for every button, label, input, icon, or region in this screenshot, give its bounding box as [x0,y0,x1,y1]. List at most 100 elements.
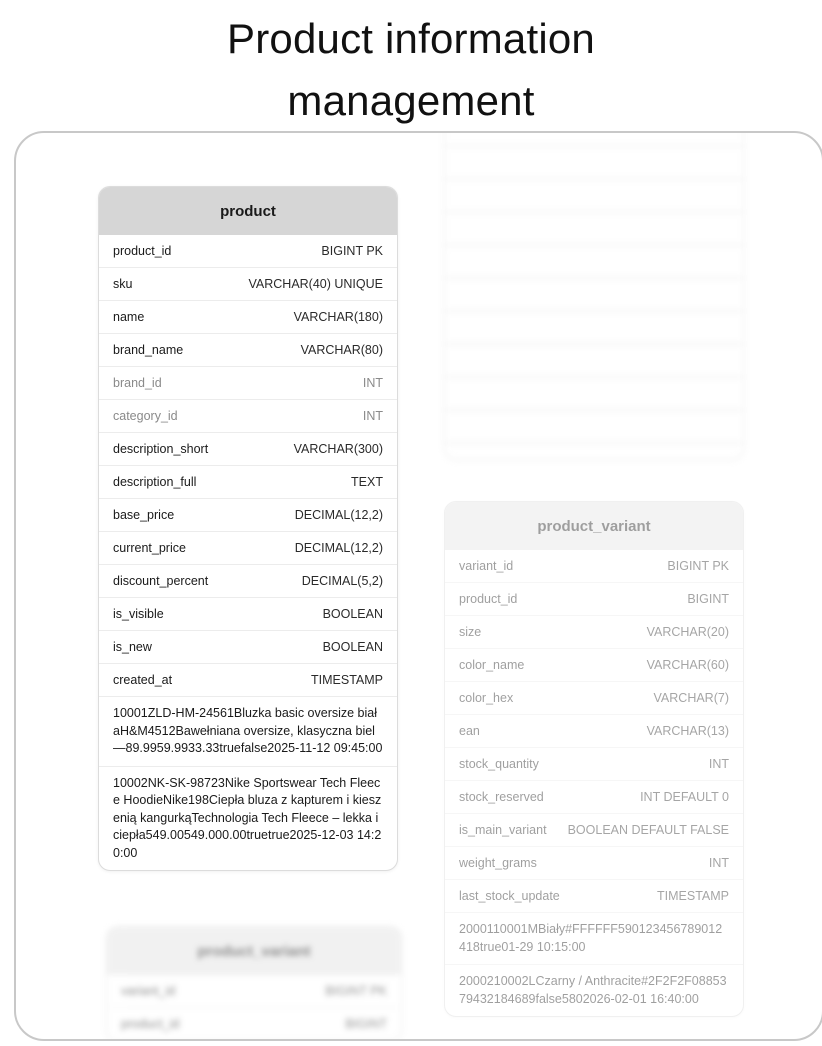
table-row: sku VARCHAR(40) UNIQUE [99,268,397,301]
sample-row: 10001ZLD-HM-24561Bluzka basic oversize b… [99,697,397,767]
column-name: product_id [459,592,518,606]
table-row: weight_grams INT [445,847,743,880]
column-type: BIGINT PK [325,984,387,998]
table-row: discount_percent DECIMAL(5,2) [99,565,397,598]
column-type: VARCHAR(7) [653,691,729,705]
table-row: created_at TIMESTAMP [99,664,397,697]
product-samples-list: 10001ZLD-HM-24561Bluzka basic oversize b… [99,697,397,870]
column-type: TIMESTAMP [657,889,729,903]
column-name: base_price [113,508,175,522]
table-row: is_main_variant BOOLEAN DEFAULT FALSE [445,814,743,847]
column-type: BIGINT [345,1017,387,1031]
table-row: base_price DECIMAL(12,2) [99,499,397,532]
page-title-line-1: Product information [227,15,595,62]
table-row: is_new BOOLEAN [99,631,397,664]
column-type: VARCHAR(80) [300,343,383,357]
column-name: brand_name [113,343,184,357]
column-type: BOOLEAN DEFAULT FALSE [567,823,729,837]
table-row: brand_id INT [99,367,397,400]
column-name: color_name [459,658,525,672]
column-name: last_stock_update [459,889,560,903]
table-row: variant_id BIGINT PK [445,550,743,583]
page-title: Product information management [0,8,822,132]
column-type: BOOLEAN [322,640,383,654]
column-name: name [113,310,145,324]
page-title-line-2: management [287,77,535,124]
table-row: product_id BIGINT [445,583,743,616]
column-type: VARCHAR(40) UNIQUE [248,277,383,291]
table-row: variant_id BIGINT PK [107,975,401,1008]
column-type: VARCHAR(300) [293,442,383,456]
table-row: description_short VARCHAR(300) [99,433,397,466]
column-name: product_id [113,244,172,258]
column-name: stock_quantity [459,757,539,771]
table-row: ean VARCHAR(13) [445,715,743,748]
blurred-table-card [444,133,744,460]
table-row: is_visible BOOLEAN [99,598,397,631]
column-name: variant_id [121,984,176,998]
column-type: DECIMAL(12,2) [294,541,383,555]
column-type: TEXT [351,475,383,489]
column-name: category_id [113,409,178,423]
column-name: is_visible [113,607,164,621]
product-table-header: product [99,187,397,235]
column-type: INT [708,757,729,771]
column-type: INT [708,856,729,870]
variant-columns-list: variant_id BIGINT PK product_id BIGINT size V… [445,550,743,913]
column-type: BOOLEAN [322,607,383,621]
table-row: color_name VARCHAR(60) [445,649,743,682]
table-row: name VARCHAR(180) [99,301,397,334]
column-type: BIGINT PK [667,559,729,573]
column-name: weight_grams [459,856,537,870]
column-name: variant_id [459,559,514,573]
column-type: DECIMAL(12,2) [294,508,383,522]
column-type: TIMESTAMP [311,673,383,687]
sample-row: 10002NK-SK-98723Nike Sportswear Tech Fle… [113,775,382,860]
column-name: sku [113,277,133,291]
column-name: color_hex [459,691,514,705]
variant-bottom-columns-list: variant_id BIGINT PK product_id BIGINT [107,975,401,1039]
column-type: INT [362,409,383,423]
product-variant-bottom-header: product_variant [107,927,401,975]
column-name: current_price [113,541,186,555]
column-name: size [459,625,482,639]
column-name: created_at [113,673,173,687]
column-name: brand_id [113,376,162,390]
product-variant-table-card[interactable]: product_variant variant_id BIGINT PK produ… [444,501,744,1017]
table-row: last_stock_update TIMESTAMP [445,880,743,913]
column-type: INT DEFAULT 0 [640,790,729,804]
table-row: current_price DECIMAL(12,2) [99,532,397,565]
column-type: VARCHAR(180) [293,310,383,324]
column-name: discount_percent [113,574,209,588]
column-name: is_main_variant [459,823,547,837]
diagram-canvas[interactable]: product product_id BIGINT PK sku VARCHAR(40… [14,131,822,1041]
column-type: VARCHAR(60) [646,658,729,672]
product-table-card[interactable]: product product_id BIGINT PK sku VARCHAR(40… [98,186,398,871]
table-row: stock_reserved INT DEFAULT 0 [445,781,743,814]
table-row: product_id BIGINT [107,1008,401,1039]
product-variant-table-header: product_variant [445,502,743,550]
table-row: category_id INT [99,400,397,433]
table-row: stock_quantity INT [445,748,743,781]
column-type: VARCHAR(20) [646,625,729,639]
column-name: description_full [113,475,197,489]
column-name: description_short [113,442,209,456]
column-type: BIGINT PK [321,244,383,258]
sample-row: 2000210002LCzarny / Anthracite#2F2F2F088… [459,974,727,1006]
table-row: size VARCHAR(20) [445,616,743,649]
column-type: DECIMAL(5,2) [301,574,383,588]
variant-samples-list: 2000110001MBiały#FFFFFF59012345678901241… [445,913,743,1016]
table-row: color_hex VARCHAR(7) [445,682,743,715]
product-variant-table-card-bottom: product_variant variant_id BIGINT PK produ… [106,926,402,1039]
column-name: ean [459,724,480,738]
sample-row: 2000110001MBiały#FFFFFF59012345678901241… [445,913,743,965]
table-row: brand_name VARCHAR(80) [99,334,397,367]
column-type: INT [362,376,383,390]
product-columns-list: product_id BIGINT PK sku VARCHAR(40) UNIQUE… [99,235,397,697]
column-name: stock_reserved [459,790,544,804]
column-type: VARCHAR(13) [646,724,729,738]
column-type: BIGINT [687,592,729,606]
table-row: description_full TEXT [99,466,397,499]
table-row: product_id BIGINT PK [99,235,397,268]
column-name: is_new [113,640,152,654]
